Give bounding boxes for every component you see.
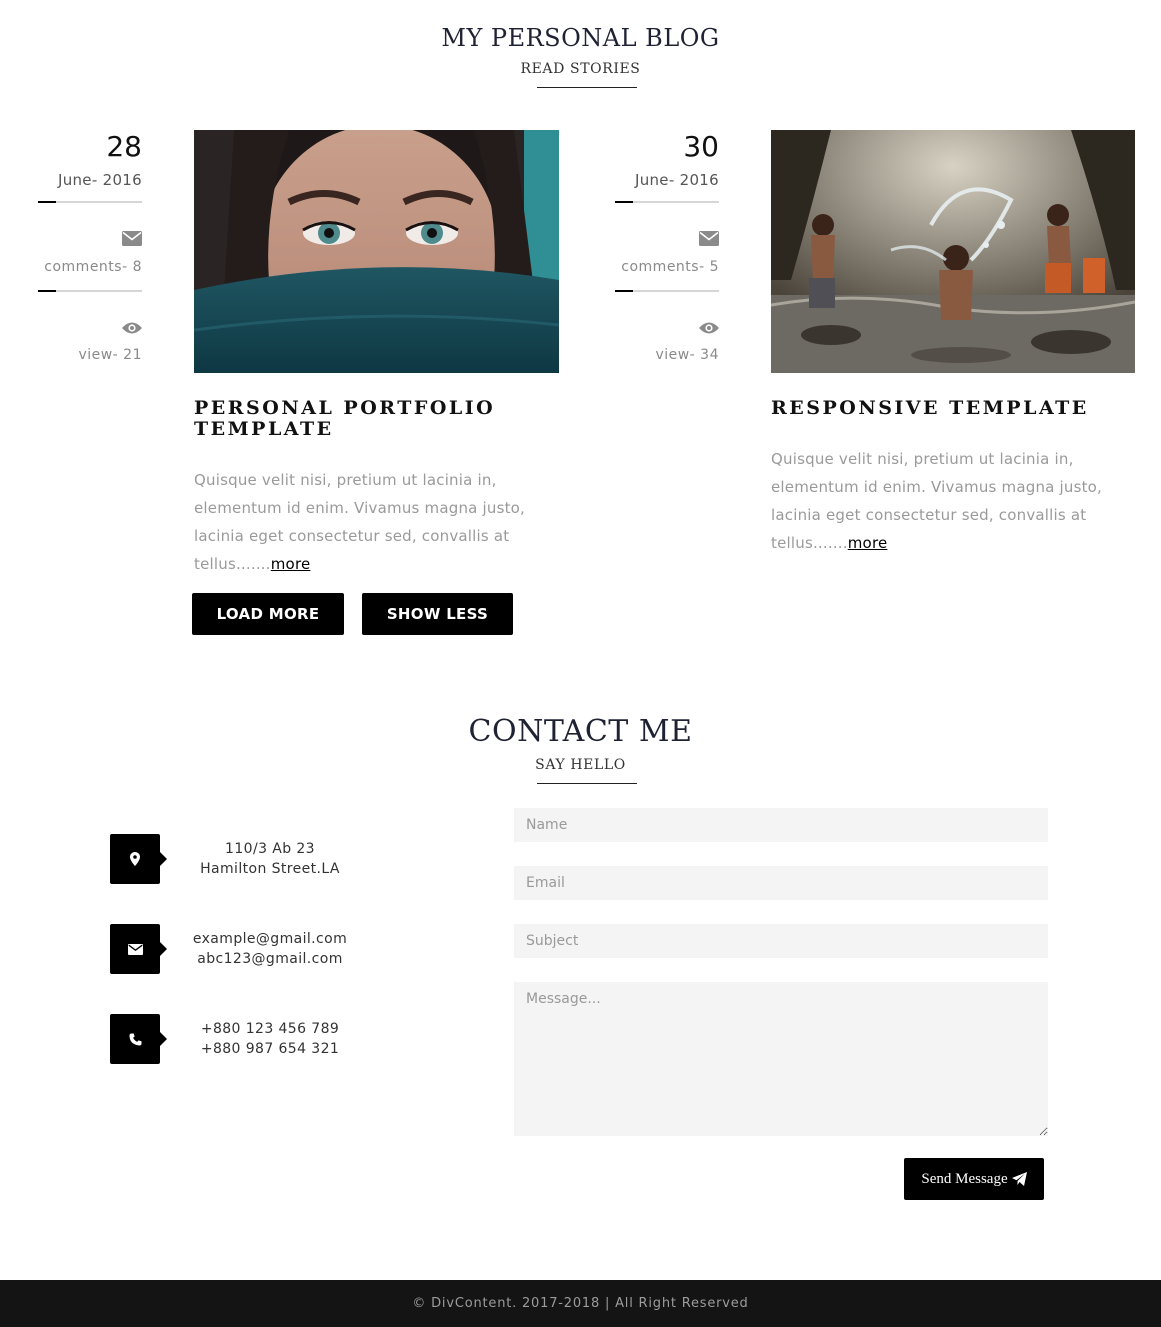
- post-title-2[interactable]: RESPONSIVE TEMPLATE: [771, 398, 1141, 419]
- map-marker-icon: [110, 834, 167, 884]
- post-month: June- 2016: [634, 171, 719, 189]
- show-less-button[interactable]: SHOW LESS: [362, 593, 513, 635]
- email-line[interactable]: abc123@gmail.com: [185, 949, 355, 969]
- meta-divider: [615, 201, 719, 203]
- meta-divider: [615, 290, 719, 292]
- subject-input[interactable]: [514, 924, 1048, 958]
- email-line[interactable]: example@gmail.com: [185, 929, 355, 949]
- send-message-label: Send Message: [921, 1170, 1008, 1187]
- address-line: Hamilton Street.LA: [200, 861, 340, 877]
- post-excerpt-2: Quisque velit nisi, pretium ut lacinia i…: [771, 445, 1139, 557]
- post-views: view- 34: [655, 347, 719, 363]
- post-title-1[interactable]: PERSONAL PORTFOLIO TEMPLATE: [194, 398, 564, 440]
- blog-section-subtitle: READ STORIES: [520, 61, 641, 77]
- contact-section-subtitle: SAY HELLO: [535, 757, 626, 773]
- post-excerpt-text: Quisque velit nisi, pretium ut lacinia i…: [194, 471, 526, 573]
- load-more-button[interactable]: LOAD MORE: [192, 593, 344, 635]
- envelope-icon: [699, 231, 719, 251]
- contact-address: 110/3 Ab 23 Hamilton Street.LA: [185, 839, 355, 879]
- phone-icon: [110, 1014, 167, 1064]
- contact-title-divider: [537, 783, 637, 784]
- post-meta-2: 30 June- 2016 comments- 5 view- 34: [615, 130, 719, 370]
- envelope-icon: [122, 231, 142, 251]
- post-views: view- 21: [78, 347, 142, 363]
- message-textarea[interactable]: [514, 982, 1048, 1136]
- post-more-link[interactable]: more: [848, 534, 888, 552]
- phone-line[interactable]: +880 123 456 789: [185, 1019, 355, 1039]
- post-title-line: TEMPLATE: [194, 418, 334, 440]
- name-input[interactable]: [514, 808, 1048, 842]
- post-title-line: PERSONAL PORTFOLIO: [194, 397, 496, 419]
- post-title-line: RESPONSIVE TEMPLATE: [771, 397, 1089, 419]
- footer-copyright: © DivContent. 2017-2018 | All Right Rese…: [412, 1296, 749, 1311]
- post-meta-1: 28 June- 2016 comments- 8 view- 21: [38, 130, 142, 370]
- phone-line[interactable]: +880 987 654 321: [185, 1039, 355, 1059]
- contact-emails: example@gmail.com abc123@gmail.com: [185, 929, 355, 969]
- contact-section-title: CONTACT ME: [468, 714, 693, 749]
- meta-divider: [38, 201, 142, 203]
- post-day: 30: [683, 130, 719, 163]
- post-month: June- 2016: [57, 171, 142, 189]
- post-more-link[interactable]: more: [271, 555, 311, 573]
- blog-section-title: MY PERSONAL BLOG: [441, 24, 720, 52]
- meta-divider: [38, 290, 142, 292]
- envelope-icon: [110, 924, 167, 974]
- eye-icon: [699, 321, 719, 340]
- eye-icon: [122, 321, 142, 340]
- post-image-kids-river[interactable]: [771, 130, 1135, 373]
- footer: © DivContent. 2017-2018 | All Right Rese…: [0, 1280, 1161, 1327]
- blog-title-divider: [537, 87, 637, 88]
- post-comments: comments- 8: [44, 259, 142, 275]
- email-input[interactable]: [514, 866, 1048, 900]
- send-message-button[interactable]: Send Message: [904, 1158, 1044, 1200]
- address-line: 110/3 Ab 23: [225, 841, 315, 857]
- post-excerpt-text: Quisque velit nisi, pretium ut lacinia i…: [771, 450, 1103, 552]
- post-day: 28: [106, 130, 142, 163]
- post-excerpt-1: Quisque velit nisi, pretium ut lacinia i…: [194, 466, 562, 578]
- contact-phones: +880 123 456 789 +880 987 654 321: [185, 1019, 355, 1059]
- post-comments: comments- 5: [621, 259, 719, 275]
- post-image-portrait[interactable]: [194, 130, 559, 373]
- paper-plane-icon: [1011, 1172, 1027, 1186]
